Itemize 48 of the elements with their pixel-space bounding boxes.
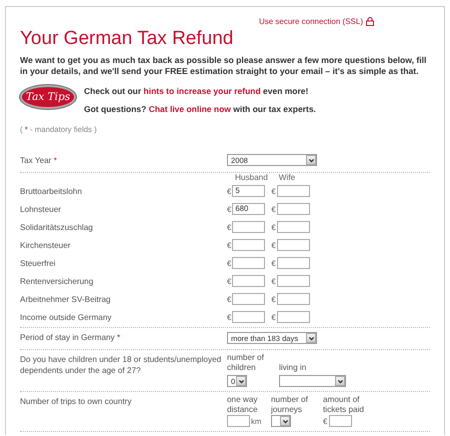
ssl-link[interactable]: Use secure connection (SSL) [258, 16, 363, 26]
field-label: one way distance [227, 395, 258, 415]
input-field[interactable] [232, 257, 266, 269]
field-label: Lohnsteuer [20, 204, 62, 214]
intro-text: We want to get you as much tax back as possible so please answer a few more questions below, fill in your details, and we'll send your FREE estimation straight to your email – it's as simple as that. [20, 55, 428, 77]
field-label: Solidaritätszuschlag [20, 222, 94, 232]
field-label: Rentenversicherung [20, 276, 94, 286]
input-field[interactable] [276, 293, 310, 305]
input-field[interactable] [232, 221, 266, 233]
field-label: Tax Year [20, 156, 52, 165]
question-text: Do you have children under 18 or students/unemployed dependents under the age of 27? [20, 354, 222, 376]
field-label: Bruttoarbeitslohn [20, 186, 83, 196]
column-header: Husband [235, 173, 268, 182]
page-title: Your German Tax Refund [20, 27, 234, 51]
required-asterisk: * [116, 333, 120, 342]
field-label: Steuerfrei [20, 258, 56, 268]
input-field[interactable] [276, 257, 310, 269]
field-label: living in [279, 363, 308, 373]
living-in-select[interactable] [279, 375, 346, 387]
input-field[interactable] [232, 275, 266, 287]
journeys-select[interactable] [271, 415, 291, 427]
tip-link[interactable]: hints to increase your refund [144, 86, 261, 96]
input-field[interactable] [276, 311, 310, 323]
input-field[interactable] [232, 311, 266, 323]
field-label: Period of stay in Germany [20, 333, 115, 342]
input-field[interactable] [276, 185, 310, 197]
tip-text: Got questions? Chat live online now with our tax experts. [84, 104, 316, 115]
field-label: Kirchensteuer [20, 240, 72, 250]
input-field[interactable] [232, 293, 266, 305]
field-label: Number of trips to own country [20, 396, 132, 408]
input-field[interactable] [276, 239, 310, 251]
field-label: Income outside Germany [20, 312, 112, 322]
column-header: Wife [278, 173, 296, 182]
input-field[interactable] [329, 415, 352, 427]
field-label: Arbeitnehmer SV-Beitrag [20, 294, 112, 304]
required-asterisk: * [54, 156, 57, 165]
lock-icon [366, 16, 374, 26]
input-field[interactable] [276, 203, 310, 215]
input-field[interactable] [276, 221, 310, 233]
input-field[interactable] [232, 239, 266, 251]
field-label: number of children [227, 353, 265, 373]
input-field[interactable] [276, 275, 310, 287]
tip-text: Check out our hints to increase your refund even more! [84, 86, 310, 97]
tax-tips-badge[interactable]: Tax Tips [20, 85, 76, 109]
tip-link[interactable]: Chat live online now [148, 104, 231, 114]
field-label: amount of tickets paid [323, 395, 365, 415]
field-label: number of journeys [271, 395, 309, 415]
input-field[interactable] [227, 415, 250, 427]
